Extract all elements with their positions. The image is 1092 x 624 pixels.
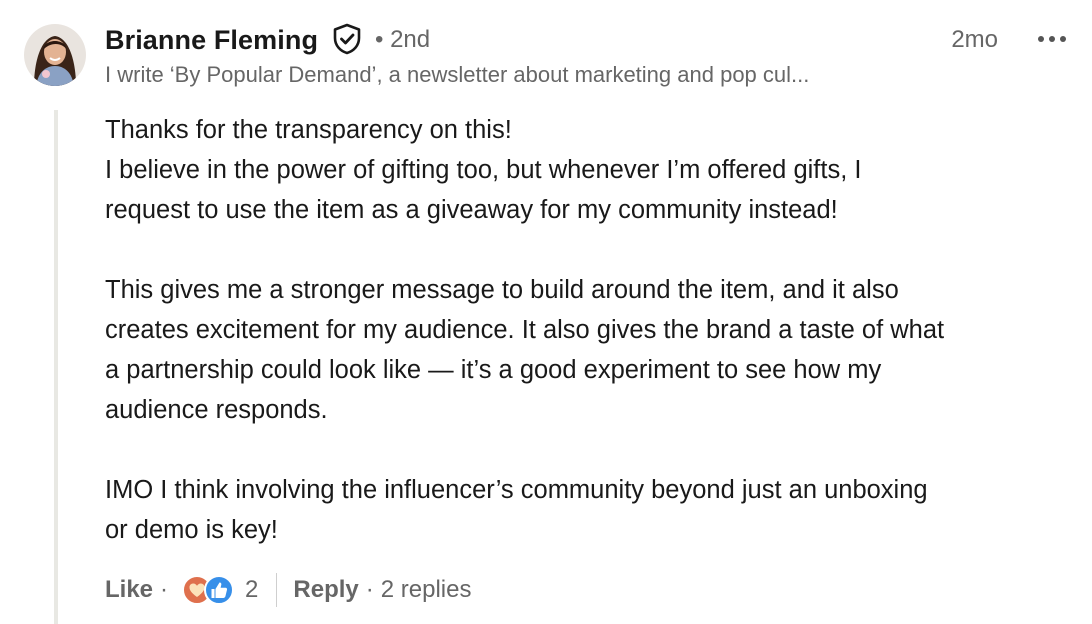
verified-shield-icon (330, 22, 364, 56)
comment-line: IMO I think involving the influencer’s c… (105, 476, 928, 504)
reply-button[interactable]: Reply (293, 576, 358, 604)
connection-degree: • 2nd (375, 26, 431, 53)
comment-actions: Like · 2 Reply · 2 replies (105, 570, 471, 610)
comment-line: audience responds. (105, 396, 328, 424)
like-reaction-icon (204, 575, 235, 605)
comment-line: This gives me a stronger message to buil… (105, 276, 899, 304)
comment-paragraph: This gives me a stronger message to buil… (105, 270, 1080, 430)
reactions-summary[interactable] (181, 574, 237, 606)
comment-line: Thanks for the transparency on this! (105, 116, 512, 144)
separator-dot: · (365, 576, 374, 603)
separator-dot: · (160, 576, 169, 603)
comment-paragraph: IMO I think involving the influencer’s c… (105, 470, 1080, 550)
comment-paragraph: Thanks for the transparency on this! I b… (105, 110, 1080, 230)
thread-line (54, 110, 58, 624)
author-name[interactable]: Brianne Fleming (105, 25, 318, 56)
comment-line: request to use the item as a giveaway fo… (105, 196, 838, 224)
comment-line: I believe in the power of gifting too, b… (105, 156, 862, 184)
action-divider (276, 573, 278, 607)
author-avatar[interactable] (24, 24, 86, 86)
reaction-count[interactable]: 2 (245, 576, 258, 604)
comment-body: Thanks for the transparency on this! I b… (105, 110, 1080, 590)
comment-line: or demo is key! (105, 516, 278, 544)
comment-card: Brianne Fleming • 2nd 2mo I write ‘By Po… (0, 0, 1092, 624)
comment-header: Brianne Fleming • 2nd 2mo (105, 22, 1072, 62)
comment-line: a partnership could look like — it’s a g… (105, 356, 882, 384)
comment-line: creates excitement for my audience. It a… (105, 316, 945, 344)
more-options-icon[interactable] (1032, 22, 1072, 54)
profile-photo-icon (24, 24, 86, 86)
author-headline: I write ‘By Popular Demand’, a newslette… (105, 62, 810, 87)
replies-count-link[interactable]: 2 replies (381, 576, 472, 604)
like-button[interactable]: Like (105, 576, 153, 604)
comment-timestamp: 2mo (951, 26, 998, 53)
